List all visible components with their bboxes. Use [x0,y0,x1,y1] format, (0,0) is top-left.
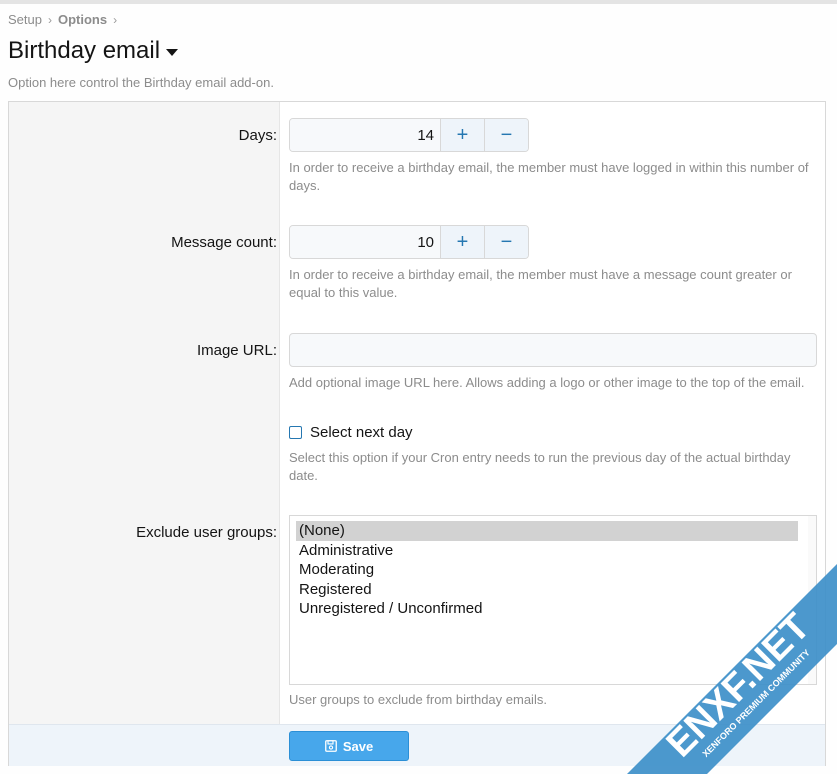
message-count-stepper: + − [289,225,529,259]
list-item[interactable]: Administrative [296,541,798,561]
page-title[interactable]: Birthday email [8,37,179,65]
breadcrumb-options[interactable]: Options [58,12,107,27]
chevron-right-icon: › [113,12,118,27]
save-button[interactable]: Save [289,731,409,761]
image-url-label: Image URL: [196,342,277,359]
message-count-hint: In order to receive a birthday email, th… [289,267,792,300]
select-next-day-checkbox[interactable] [289,426,302,439]
breadcrumb: Setup › Options › [8,12,117,27]
list-item[interactable]: Moderating [296,560,798,580]
list-item[interactable]: Registered [296,580,798,600]
days-stepper: + − [289,118,529,152]
caret-down-icon[interactable] [166,49,179,56]
breadcrumb-setup[interactable]: Setup [8,12,42,27]
days-minus-button[interactable]: − [484,119,528,151]
minus-icon: − [500,123,513,146]
floppy-disk-icon [324,740,337,752]
options-form: Days: + − In order to receive a birthday… [8,101,826,766]
page-description: Option here control the Birthday email a… [8,75,274,90]
select-next-day-label[interactable]: Select next day [310,424,413,441]
exclude-groups-label: Exclude user groups: [136,524,277,541]
days-input[interactable] [290,119,440,151]
top-bar [0,0,837,4]
exclude-groups-listbox[interactable]: (None) Administrative Moderating Registe… [289,515,817,685]
days-hint: In order to receive a birthday email, th… [289,160,809,193]
save-button-label: Save [342,738,374,754]
days-label: Days: [238,127,277,144]
exclude-groups-hint: User groups to exclude from birthday ema… [289,692,547,707]
chevron-right-icon: › [47,12,52,27]
list-item[interactable]: Unregistered / Unconfirmed [296,599,798,619]
minus-icon: − [500,230,513,253]
message-count-minus-button[interactable]: − [484,226,528,258]
image-url-input[interactable] [289,333,817,367]
image-url-hint: Add optional image URL here. Allows addi… [289,375,805,390]
label-column [9,102,280,724]
select-next-day-hint: Select this option if your Cron entry ne… [289,450,791,483]
listbox-scrollbar[interactable] [808,516,816,684]
message-count-input[interactable] [290,226,440,258]
days-plus-button[interactable]: + [440,119,484,151]
message-count-label: Message count: [171,234,277,251]
select-next-day-row[interactable]: Select next day [289,424,413,441]
page-title-text: Birthday email [8,37,161,64]
plus-icon: + [456,123,469,146]
form-footer: Save [9,724,825,766]
message-count-plus-button[interactable]: + [440,226,484,258]
list-item[interactable]: (None) [296,521,798,541]
plus-icon: + [456,230,469,253]
